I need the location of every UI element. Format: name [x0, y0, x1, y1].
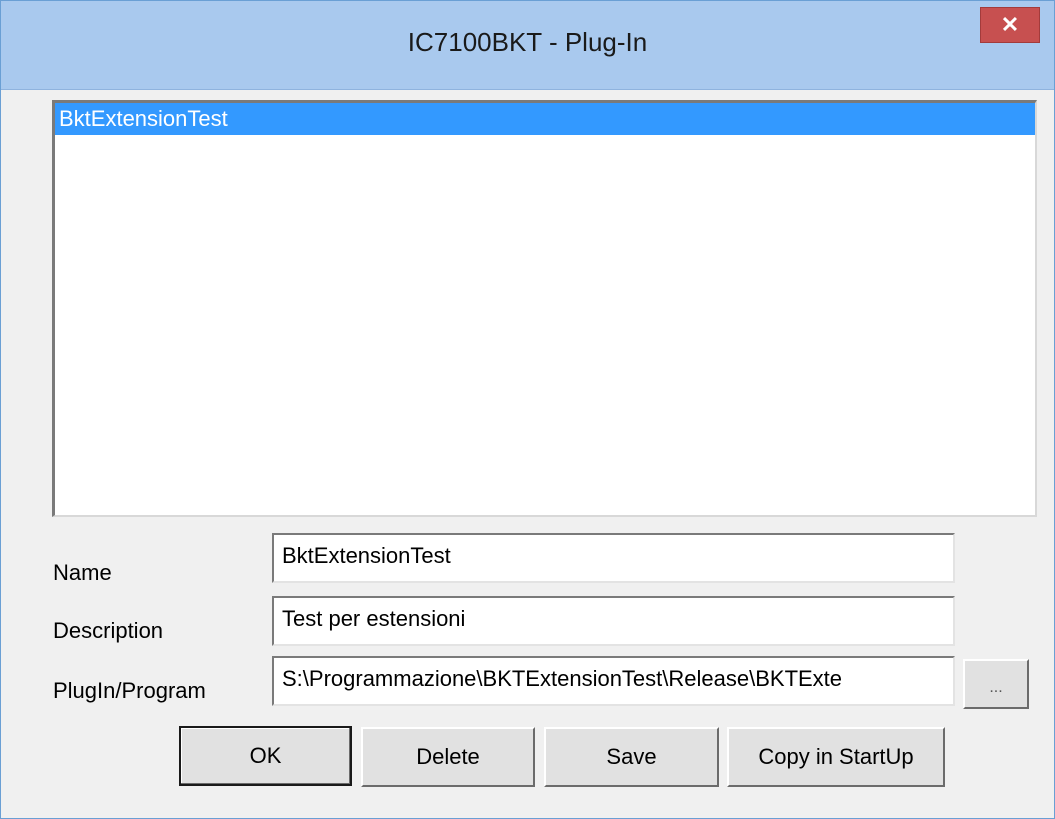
delete-button[interactable]: Delete	[361, 727, 535, 787]
program-label: PlugIn/Program	[53, 678, 206, 703]
close-icon: ✕	[1000, 12, 1020, 37]
description-label: Description	[53, 618, 164, 643]
description-field[interactable]: Test per estensioni	[272, 596, 955, 646]
save-button[interactable]: Save	[544, 727, 719, 787]
ok-button[interactable]: OK	[179, 726, 352, 786]
title-bar[interactable]: IC7100BKT - Plug-In ✕	[1, 1, 1054, 90]
close-button[interactable]: ✕	[980, 7, 1040, 43]
dialog-body: BktExtensionTest Name BktExtensionTest D…	[10, 90, 1045, 809]
copy-in-startup-button[interactable]: Copy in StartUp	[727, 727, 945, 787]
plugin-dialog-window: IC7100BKT - Plug-In ✕ BktExtensionTest N…	[0, 0, 1055, 819]
program-path-field[interactable]: S:\Programmazione\BKTExtensionTest\Relea…	[272, 656, 955, 706]
list-item[interactable]: BktExtensionTest	[55, 103, 1035, 135]
name-label: Name	[53, 560, 112, 585]
window-title: IC7100BKT - Plug-In	[407, 27, 648, 57]
browse-button[interactable]: ...	[963, 659, 1029, 709]
plugin-listbox[interactable]: BktExtensionTest	[52, 100, 1037, 517]
name-field[interactable]: BktExtensionTest	[272, 533, 955, 583]
